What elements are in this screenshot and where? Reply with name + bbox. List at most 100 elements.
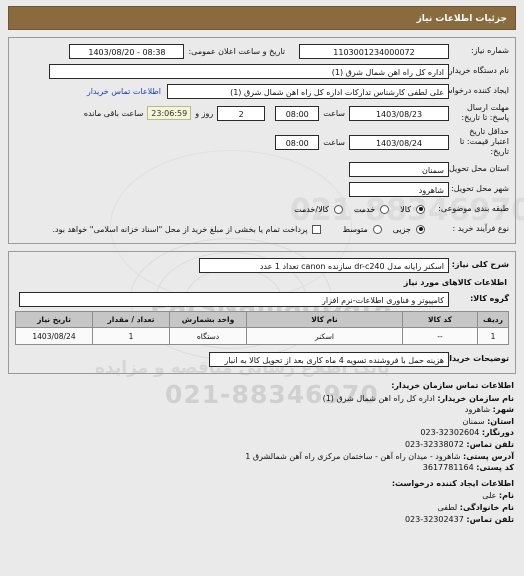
treasury-bond-checkbox[interactable] <box>311 224 321 234</box>
row-process-type: نوع فرآیند خرید : جزیی متوسط پرداخت تمام… <box>15 221 509 237</box>
radio-label-process-0: جزیی <box>392 224 411 234</box>
goods-table: ردیف کد کالا نام کالا واحد بشمارش تعداد … <box>15 311 509 345</box>
requester-contact-block: اطلاعات ایجاد کننده درخواست: نام: علی نا… <box>8 478 516 525</box>
buyer-notes-label: توضیحات خریدار: <box>441 354 509 363</box>
requester-first-name-label: نام: <box>498 491 514 501</box>
cell-index: 1 <box>477 327 509 345</box>
deadline-hour-field[interactable]: 08:00 <box>275 105 320 121</box>
requester-field[interactable]: علی لطفی کارشناس تدارکات اداره کل راه اه… <box>167 83 449 99</box>
radio-label-process-1: متوسط <box>342 224 368 234</box>
buyer-city-value: شاهرود <box>464 405 491 415</box>
buyer-address-line: آدرس پستی: شاهرود - میدان راه آهن - ساخت… <box>10 451 514 463</box>
col-index: ردیف <box>477 311 509 328</box>
buyer-address-value: شاهرود - میدان راه آهن - ساختمان مرکزی ر… <box>245 451 461 461</box>
radio-label-category-2: کالا/خدمت <box>294 204 329 214</box>
goods-section-heading: اطلاعات کالاهای مورد نیاز <box>403 278 507 287</box>
announce-date-field[interactable]: 1403/08/20 - 08:38 <box>69 43 185 59</box>
radio-category-kala-khedmat[interactable] <box>333 204 343 214</box>
buyer-fax-label: دورنگار: <box>481 428 514 438</box>
row-price-validity: حداقل تاریخ اعتبار قیمت: تا تاریخ: 1403/… <box>15 127 509 157</box>
buyer-phone-label: تلفن تماس: <box>466 439 514 449</box>
requester-label: ایجاد کننده درخواست: <box>435 86 509 95</box>
cell-need-date: 1403/08/24 <box>15 327 93 345</box>
row-province: استان محل تحویل: سمنان <box>15 161 509 177</box>
buyer-province-line: استان: سمنان <box>10 416 514 428</box>
content-wrapper: جزئیات اطلاعات نیاز شماره نیاز: 11030012… <box>8 6 516 525</box>
requester-phone-label: تلفن تماس: <box>466 514 514 524</box>
requester-last-name-line: نام خانوادگی: لطفی <box>10 502 514 514</box>
buyer-notes-field[interactable]: هزینه حمل با فروشنده تسویه 4 ماه کاری بع… <box>209 351 449 367</box>
row-requester: ایجاد کننده درخواست: علی لطفی کارشناس تد… <box>15 83 509 99</box>
buyer-org-name-value: اداره کل راه اهن شمال شرق (1) <box>322 393 435 403</box>
buyer-contact-link[interactable]: اطلاعات تماس خریدار <box>87 87 161 96</box>
deadline-label: مهلت ارسال پاسخ: تا تاریخ: <box>461 103 509 122</box>
row-category: طبقه بندی موضوعی: کالا خدمت کالا/خدمت <box>15 201 509 217</box>
province-label: استان محل تحویل: <box>446 164 509 173</box>
row-deadline: مهلت ارسال پاسخ: تا تاریخ: 1403/08/23 سا… <box>15 103 509 123</box>
requester-last-name-label: نام خانوادگی: <box>459 502 514 512</box>
validity-date-field[interactable]: 1403/08/24 <box>349 134 449 150</box>
need-number-label: شماره نیاز: <box>471 46 509 55</box>
buyer-postal-value: 3617781164 <box>422 463 474 473</box>
buyer-org-label: نام دستگاه خریدار: <box>446 66 509 75</box>
process-label: نوع فرآیند خرید : <box>452 224 509 233</box>
row-buyer-notes: توضیحات خریدار: هزینه حمل با فروشنده تسو… <box>15 351 509 367</box>
buyer-address-label: آدرس پستی: <box>463 451 514 461</box>
radio-category-khedmat[interactable] <box>380 204 390 214</box>
remaining-label: ساعت باقی مانده <box>83 108 144 118</box>
requester-last-name-value: لطفی <box>437 502 458 512</box>
buyer-phone-line: تلفن تماس: 023-32338072 <box>10 439 514 451</box>
need-details-panel: شماره نیاز: 1103001234000072 تاریخ و ساع… <box>8 37 516 244</box>
remaining-days-label: روز و <box>195 108 214 118</box>
need-number-field[interactable]: 1103001234000072 <box>299 43 449 59</box>
radio-process-jozei[interactable] <box>416 224 425 234</box>
buyer-postal-label: کد پستی: <box>476 463 514 473</box>
remaining-days-field[interactable]: 2 <box>217 105 266 121</box>
province-field[interactable]: سمنان <box>349 161 449 177</box>
page-title: جزئیات اطلاعات نیاز <box>8 6 516 30</box>
validity-hour-field[interactable]: 08:00 <box>275 134 320 150</box>
row-buyer-org: نام دستگاه خریدار: اداره کل راه اهن شمال… <box>15 63 509 79</box>
category-label: طبقه بندی موضوعی: <box>438 204 509 213</box>
col-unit: واحد بشمارش <box>169 311 247 328</box>
need-summary-label: شرح کلی نیاز: <box>451 260 509 269</box>
cell-code: -- <box>402 327 478 345</box>
requester-contact-heading: اطلاعات ایجاد کننده درخواست: <box>391 478 514 488</box>
requester-first-name-value: علی <box>482 491 497 501</box>
city-field[interactable]: شاهرود <box>349 181 449 197</box>
radio-label-category-0: کالا <box>400 204 411 214</box>
buyer-contact-block: اطلاعات تماس سازمان خریدار: نام سازمان خ… <box>8 380 516 474</box>
col-name: نام کالا <box>246 311 403 328</box>
countdown-timer: 23:06:59 <box>147 106 192 120</box>
validity-label: حداقل تاریخ اعتبار قیمت: تا تاریخ: <box>459 127 509 156</box>
radio-process-motavaset[interactable] <box>372 224 382 234</box>
goods-group-field[interactable]: کامپیوتر و فناوری اطلاعات-نرم افزار <box>19 291 449 307</box>
goods-group-label: گروه کالا: <box>470 294 509 303</box>
need-summary-field[interactable]: اسکنر رایانه مدل dr-c240 سازنده canon تع… <box>199 257 449 273</box>
goods-table-header-row: ردیف کد کالا نام کالا واحد بشمارش تعداد … <box>15 311 509 328</box>
requester-phone-line: تلفن تماس: 023-32302437 <box>10 514 514 526</box>
buyer-province-label: استان: <box>487 416 514 426</box>
row-goods-group: گروه کالا: کامپیوتر و فناوری اطلاعات-نرم… <box>15 291 509 307</box>
buyer-org-field[interactable]: اداره کل راه اهن شمال شرق (1) <box>49 63 449 79</box>
category-radio-group: کالا خدمت کالا/خدمت <box>286 204 425 214</box>
buyer-city-label: شهر: <box>492 405 514 415</box>
requester-first-name-line: نام: علی <box>10 490 514 502</box>
col-qty: تعداد / مقدار <box>92 311 170 328</box>
goods-panel: شرح کلی نیاز: اسکنر رایانه مدل dr-c240 س… <box>8 251 516 374</box>
process-radio-group: جزیی متوسط <box>335 224 425 234</box>
treasury-bond-label: پرداخت تمام یا بخشی از مبلغ خرید از محل … <box>52 224 308 234</box>
deadline-hour-label: ساعت <box>323 108 345 118</box>
validity-hour-label: ساعت <box>323 137 345 147</box>
col-code: کد کالا <box>402 311 478 328</box>
buyer-postal-line: کد پستی: 3617781164 <box>10 462 514 474</box>
deadline-date-field[interactable]: 1403/08/23 <box>349 105 449 121</box>
row-city: شهر محل تحویل: شاهرود <box>15 181 509 197</box>
requester-phone-value: 023-32302437 <box>404 514 464 524</box>
radio-label-category-1: خدمت <box>353 204 376 214</box>
buyer-fax-value: 023-32302604 <box>420 428 480 438</box>
radio-category-kala[interactable] <box>416 204 425 214</box>
cell-name: اسکنر <box>246 327 403 345</box>
col-need-date: تاریخ نیاز <box>15 311 93 328</box>
table-row: 1 -- اسکنر دستگاه 1 1403/08/24 <box>15 327 509 345</box>
